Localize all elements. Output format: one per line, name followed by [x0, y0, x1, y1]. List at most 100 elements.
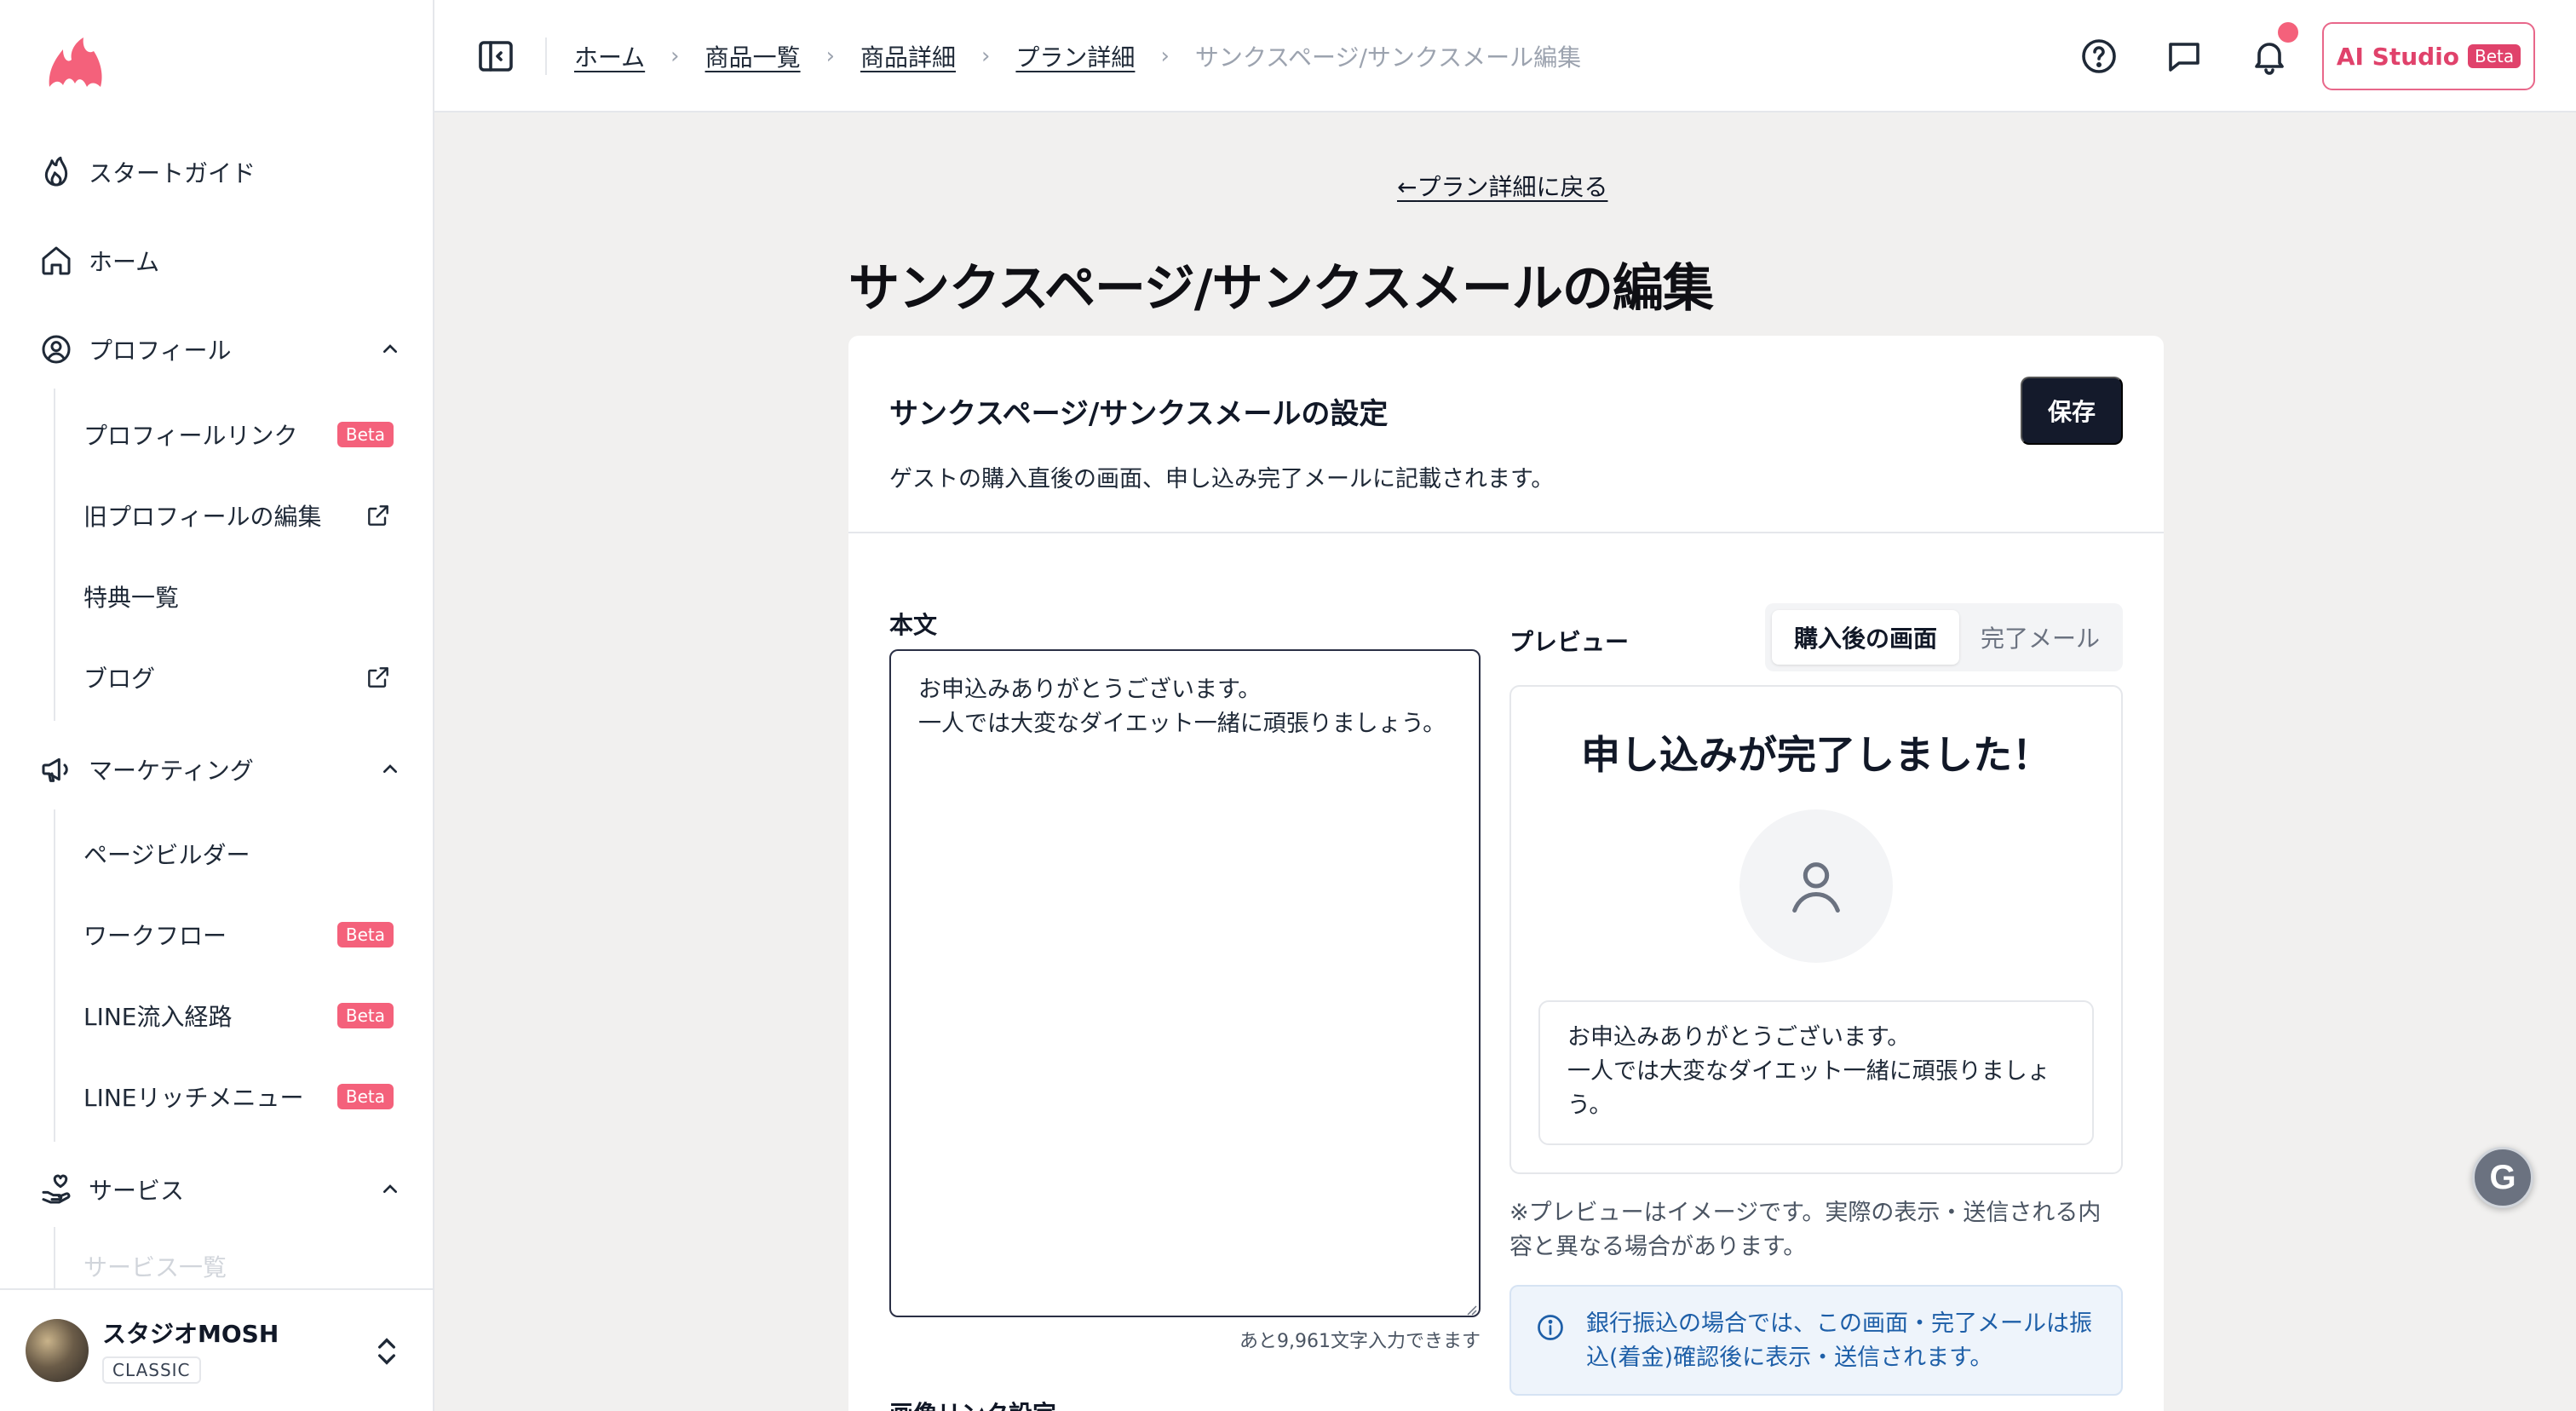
submenu-rail: [54, 389, 55, 721]
card-description: ゲストの購入直後の画面、申し込み完了メールに記載されます。: [889, 466, 1555, 492]
info-icon: [1538, 1315, 1563, 1340]
sidebar-item-line-inflow[interactable]: LINE流入経路 Beta: [83, 990, 404, 1041]
ai-studio-label: AI Studio: [2336, 42, 2460, 71]
sidebar-item-label: プロフィール: [89, 337, 232, 365]
hand-heart-icon: [37, 1171, 75, 1208]
sidebar: スタートガイド ホーム プロフィール プロフィールリンク Beta 旧プロフィー…: [0, 0, 434, 1411]
sidebar-item-label: ブログ: [83, 665, 156, 693]
preview-message-text: お申込みありがとうございます。 一人では大変なダイエット一緒に頑張りましょう。: [1567, 1024, 2050, 1119]
chevron-right-icon: ›: [981, 43, 991, 69]
sidebar-item-label: ホーム: [89, 248, 160, 276]
sidebar-item-line-rich-menu[interactable]: LINEリッチメニュー Beta: [83, 1071, 404, 1122]
tab-after-purchase[interactable]: 購入後の画面: [1772, 610, 1959, 665]
sidebar-item-profile[interactable]: プロフィール: [37, 322, 404, 377]
sidebar-item-page-builder[interactable]: ページビルダー: [83, 828, 404, 879]
help-icon[interactable]: [2079, 36, 2119, 77]
breadcrumb-plan-detail[interactable]: プラン詳細: [1015, 39, 1135, 73]
settings-card: サンクスページ/サンクスメールの設定 ゲストの購入直後の画面、申し込み完了メール…: [848, 336, 2164, 1411]
flame-logo-icon[interactable]: [44, 34, 106, 94]
card-title: サンクスページ/サンクスメールの設定: [889, 397, 1389, 431]
chevron-right-icon: ›: [825, 43, 835, 69]
sidebar-item-label: 旧プロフィールの編集: [83, 503, 322, 531]
ai-studio-button[interactable]: AI Studio Beta: [2322, 22, 2535, 90]
user-name: スタジオMOSH: [102, 1320, 279, 1348]
sidebar-item-label: プロフィールリンク: [83, 422, 298, 450]
user-circle-icon: [37, 331, 75, 368]
sidebar-item-label: サービス一覧: [83, 1253, 227, 1281]
sidebar-item-marketing[interactable]: マーケティング: [37, 742, 404, 797]
page-title: サンクスページ/サンクスメールの編集: [848, 259, 1714, 319]
sidebar-item-service-list[interactable]: サービス一覧: [83, 1249, 404, 1288]
breadcrumb-current: サンクスページ/サンクスメール編集: [1194, 43, 1582, 72]
sidebar-item-home[interactable]: ホーム: [37, 233, 404, 288]
sidebar-item-label: LINE流入経路: [83, 1003, 233, 1031]
beta-badge: Beta: [336, 422, 394, 447]
external-link-icon: [368, 505, 388, 526]
beta-badge: Beta: [336, 1003, 394, 1028]
megaphone-icon: [37, 751, 75, 788]
tab-completion-mail[interactable]: 完了メール: [1964, 610, 2116, 665]
char-count: あと9,961文字入力できます: [1239, 1331, 1481, 1352]
plan-badge: CLASSIC: [102, 1356, 201, 1384]
account-switcher[interactable]: スタジオMOSH CLASSIC: [0, 1288, 433, 1411]
preview-panel: 申し込みが完了しました！ お申込みありがとうございます。 一人では大変なダイエッ…: [1509, 685, 2123, 1174]
sidebar-collapse-icon[interactable]: [475, 36, 516, 77]
sidebar-item-start-guide[interactable]: スタートガイド: [37, 145, 404, 199]
sidebar-item-label: 特典一覧: [83, 584, 180, 612]
sidebar-item-service[interactable]: サービス: [37, 1162, 404, 1217]
g-logo-icon: G: [2489, 1158, 2516, 1196]
beta-badge: Beta: [336, 922, 394, 947]
chevron-up-icon[interactable]: [377, 756, 404, 783]
sidebar-item-workflow[interactable]: ワークフロー Beta: [83, 909, 404, 960]
chevron-up-down-icon[interactable]: [370, 1333, 404, 1370]
breadcrumb-product-list[interactable]: 商品一覧: [705, 39, 801, 73]
chevron-right-icon: ›: [1160, 43, 1170, 69]
sidebar-item-label: サービス: [89, 1177, 185, 1205]
preview-heading: 申し込みが完了しました！: [1581, 732, 2051, 778]
topbar: ホーム › 商品一覧 › 商品詳細 › プラン詳細 › サンクスページ/サンクス…: [434, 0, 2576, 112]
sidebar-item-label: マーケティング: [89, 757, 254, 785]
divider: [545, 37, 547, 75]
arrow-left-icon: ←: [1397, 173, 1417, 201]
flame-icon: [37, 153, 75, 191]
divider: [848, 532, 2164, 533]
chevron-up-icon[interactable]: [377, 1176, 404, 1203]
avatar: [26, 1319, 89, 1382]
preview-message: お申込みありがとうございます。 一人では大変なダイエット一緒に頑張りましょう。: [1538, 1000, 2094, 1145]
sidebar-item-label: LINEリッチメニュー: [83, 1084, 304, 1112]
preview-tabs: 購入後の画面 完了メール: [1765, 603, 2123, 671]
preview-note: ※プレビューはイメージです。実際の表示・送信される内容と異なる場合があります。: [1509, 1200, 2102, 1260]
breadcrumb-home[interactable]: ホーム: [574, 39, 645, 73]
bank-transfer-info: 銀行振込の場合では、この画面・完了メールは振込(着金)確認後に表示・送信されます…: [1509, 1285, 2123, 1396]
chevron-up-icon[interactable]: [377, 336, 404, 363]
user-icon: [1792, 862, 1840, 913]
breadcrumb-product-detail[interactable]: 商品詳細: [860, 39, 956, 73]
save-button[interactable]: 保存: [2021, 377, 2123, 445]
sidebar-item-label: ページビルダー: [83, 841, 250, 869]
avatar-placeholder: [1739, 809, 1893, 963]
home-icon: [37, 242, 75, 279]
sidebar-item-old-profile-edit[interactable]: 旧プロフィールの編集: [83, 490, 404, 541]
back-to-plan-link[interactable]: ←プラン詳細に戻る: [1397, 169, 1607, 203]
submenu-rail: [54, 809, 55, 1142]
grammar-assistant-button[interactable]: G: [2472, 1147, 2533, 1208]
breadcrumb: ホーム › 商品一覧 › 商品詳細 › プラン詳細 › サンクスページ/サンクス…: [574, 36, 1581, 77]
sidebar-item-blog[interactable]: ブログ: [83, 652, 404, 703]
sidebar-item-label: ワークフロー: [83, 922, 227, 950]
back-link-label: プラン詳細に戻る: [1417, 173, 1608, 201]
resize-grip-icon[interactable]: [1463, 1302, 1477, 1316]
info-text: 銀行振込の場合では、この画面・完了メールは振込(着金)確認後に表示・送信されます…: [1586, 1310, 2092, 1371]
beta-badge: Beta: [336, 1084, 394, 1109]
sidebar-item-label: スタートガイド: [89, 159, 256, 187]
preview-label: プレビュー: [1509, 628, 1630, 656]
chat-icon[interactable]: [2164, 36, 2205, 77]
image-link-section-label: 画像リンク設定: [889, 1396, 1056, 1411]
body-label: 本文: [889, 611, 938, 639]
beta-badge: Beta: [2468, 44, 2521, 68]
sidebar-item-profile-link[interactable]: プロフィールリンク Beta: [83, 409, 404, 460]
body-textarea[interactable]: お申込みありがとうございます。 一人では大変なダイエット一緒に頑張りましょう。: [889, 649, 1481, 1317]
sidebar-item-benefits[interactable]: 特典一覧: [83, 571, 404, 622]
submenu-rail: [54, 1227, 55, 1288]
external-link-icon: [368, 667, 388, 688]
chevron-right-icon: ›: [670, 43, 680, 69]
